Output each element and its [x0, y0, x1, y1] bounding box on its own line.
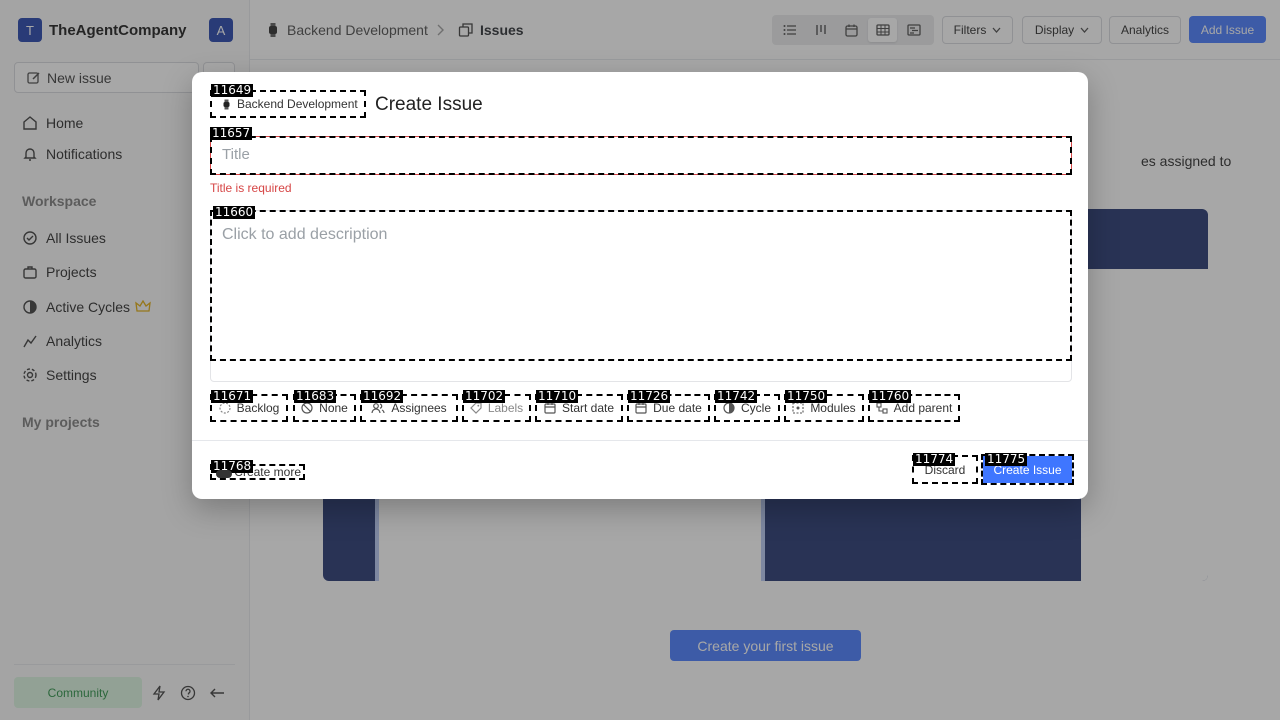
labels-label: Labels: [487, 401, 524, 415]
element-id-tag: 11750: [785, 389, 828, 403]
discard-button[interactable]: 11774 Discard: [912, 452, 978, 484]
create-issue-modal: 11649 Backend Development Create Issue 1…: [192, 72, 1088, 499]
title-field-container: 11657: [210, 127, 1072, 175]
element-id-tag: 11657: [210, 126, 253, 140]
cycle-label: Cycle: [740, 401, 771, 415]
priority-dropdown[interactable]: 11683 None: [293, 390, 356, 422]
due-date-picker[interactable]: 11726 Due date: [627, 390, 710, 422]
watch-icon: [223, 99, 230, 109]
parent-icon: [876, 402, 888, 414]
element-id-tag: 11671: [211, 389, 254, 403]
element-id-tag: 11649: [211, 83, 254, 97]
modal-title: Create Issue: [375, 94, 483, 115]
project-selector-label: Backend Development: [237, 97, 358, 111]
element-id-tag: 11760: [869, 389, 912, 403]
priority-icon: [301, 402, 313, 414]
element-id-tag: 11726: [628, 389, 671, 403]
title-error-message: Title is required: [210, 181, 292, 195]
add-parent-label: Add parent: [893, 401, 953, 415]
add-parent-button[interactable]: 11760 Add parent: [868, 390, 960, 422]
create-more-toggle[interactable]: 11768 Create more: [210, 460, 305, 480]
modules-dropdown[interactable]: 11750 Modules: [784, 390, 864, 422]
labels-dropdown[interactable]: 11702 Labels: [462, 390, 531, 422]
users-icon: [371, 403, 385, 414]
description-editor[interactable]: 11660 Click to add description: [210, 206, 1072, 361]
cycle-dropdown[interactable]: 11742 Cycle: [714, 390, 780, 422]
element-id-tag: 11692: [361, 389, 404, 403]
state-dropdown[interactable]: 11671 Backlog: [210, 390, 288, 422]
start-date-label: Start date: [561, 401, 615, 415]
calendar-icon: [635, 402, 647, 414]
start-date-picker[interactable]: 11710 Start date: [535, 390, 623, 422]
project-selector[interactable]: 11649 Backend Development: [210, 84, 366, 118]
element-id-tag: 11683: [294, 389, 337, 403]
assignees-dropdown[interactable]: 11692 Assignees: [360, 390, 458, 422]
priority-label: None: [319, 401, 348, 415]
calendar-icon: [544, 402, 556, 414]
tag-icon: [469, 402, 482, 414]
element-id-tag: 11660: [213, 205, 256, 219]
element-id-tag: 11774: [913, 452, 956, 466]
title-input[interactable]: [222, 146, 1052, 163]
state-label: Backlog: [236, 401, 280, 415]
element-id-tag: 11775: [985, 452, 1028, 466]
cycle-icon: [723, 402, 735, 414]
modules-label: Modules: [810, 401, 856, 415]
element-id-tag: 11702: [463, 389, 506, 403]
element-id-tag: 11710: [536, 389, 579, 403]
create-issue-button[interactable]: 11775 Create Issue: [981, 452, 1074, 485]
modal-footer-divider: [192, 440, 1088, 441]
due-date-label: Due date: [653, 401, 702, 415]
description-container: 11660 Click to add description: [210, 206, 1072, 382]
element-id-tag: 11742: [715, 389, 758, 403]
description-placeholder: Click to add description: [222, 226, 388, 243]
assignees-label: Assignees: [391, 401, 447, 415]
modules-icon: [792, 402, 804, 414]
backlog-icon: [219, 402, 231, 414]
toggle-switch: [216, 470, 232, 478]
